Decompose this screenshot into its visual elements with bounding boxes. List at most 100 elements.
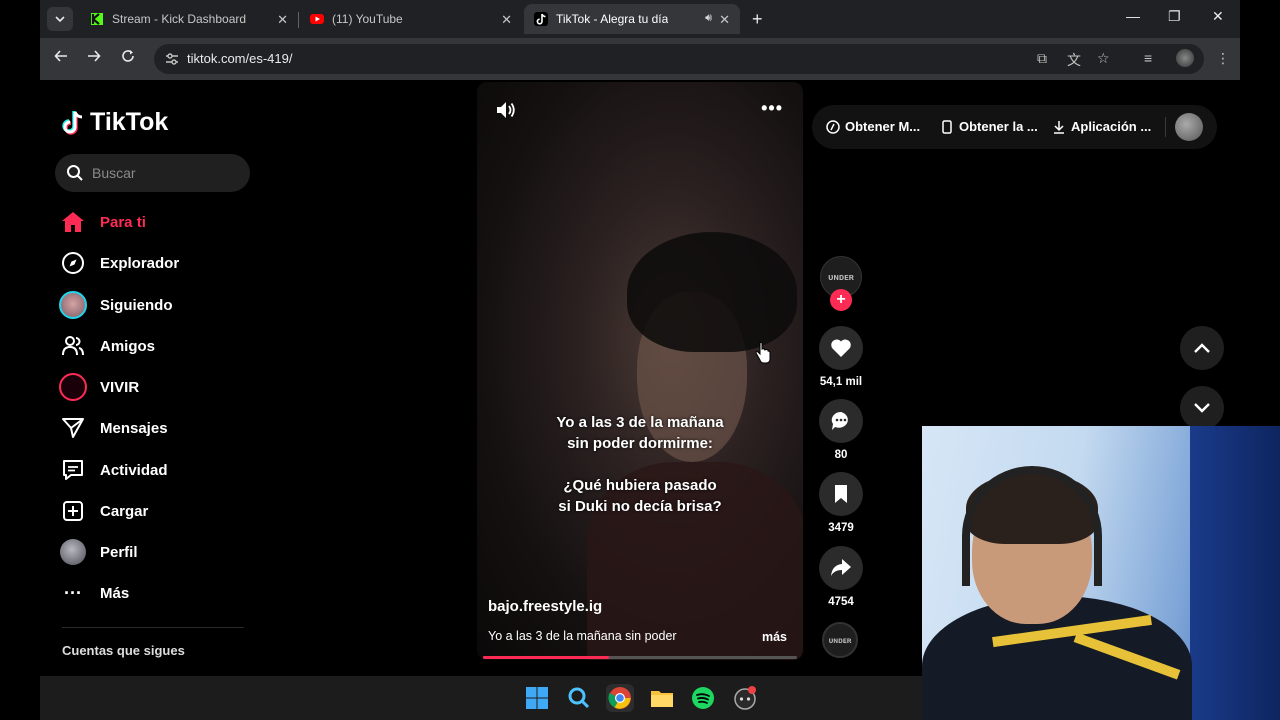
close-icon[interactable]: ✕: [719, 12, 730, 28]
sidebar-item-mas[interactable]: ··· Más: [58, 578, 129, 608]
spotify-icon[interactable]: [689, 684, 717, 712]
browser-toolbar: tiktok.com/es-419/ ⧉ 文 ☆ ≡ ⋮: [40, 38, 1240, 80]
minimize-button[interactable]: —: [1126, 8, 1140, 24]
sidebar-item-label: Perfil: [100, 543, 138, 561]
site-settings-icon[interactable]: [164, 51, 180, 67]
coin-icon: [826, 119, 840, 134]
hand-cursor-icon: [755, 342, 771, 364]
header-divider: [1165, 117, 1166, 137]
comment-count: 80: [834, 449, 848, 461]
youtube-icon: [310, 14, 324, 24]
sidebar-item-label: Siguiendo: [100, 296, 173, 314]
video-caption-line: ¿Qué hubiera pasado: [563, 477, 717, 494]
sidebar-item-mensajes[interactable]: Mensajes: [58, 413, 168, 443]
address-bar[interactable]: tiktok.com/es-419/ ⧉ 文 ☆: [154, 44, 1204, 74]
sidebar-item-para-ti[interactable]: Para ti: [58, 207, 146, 237]
search-box[interactable]: Buscar: [55, 154, 250, 192]
tiktok-note-icon: [62, 110, 83, 135]
upload-icon: [58, 496, 88, 526]
reload-button[interactable]: [121, 49, 135, 68]
windows-start-icon[interactable]: [523, 684, 551, 712]
sidebar-item-siguiendo[interactable]: Siguiendo: [58, 290, 173, 320]
get-app-button[interactable]: Obtener la ...: [940, 119, 1038, 134]
bookmark-star-icon[interactable]: ☆: [1097, 50, 1110, 67]
sidebar-item-amigos[interactable]: Amigos: [58, 331, 155, 361]
tab-kick[interactable]: Stream - Kick Dashboard ✕: [80, 4, 298, 34]
get-app-label: Obtener la ...: [959, 119, 1038, 134]
install-app-icon[interactable]: ⧉: [1037, 50, 1047, 67]
back-button[interactable]: [54, 49, 68, 68]
kebab-menu-icon[interactable]: ⋮: [1216, 50, 1230, 67]
tiktok-logo[interactable]: TikTok: [62, 108, 168, 137]
sidebar-item-cargar[interactable]: Cargar: [58, 496, 148, 526]
share-button[interactable]: [819, 546, 863, 590]
follow-plus-button[interactable]: +: [830, 289, 852, 311]
sidebar-item-actividad[interactable]: Actividad: [58, 455, 168, 485]
close-window-button[interactable]: ✕: [1212, 8, 1224, 25]
chevron-down-icon: [1194, 403, 1210, 413]
sidebar-item-label: Actividad: [100, 461, 168, 479]
sidebar-item-explorador[interactable]: Explorador: [58, 248, 179, 278]
video-frame-hair: [627, 232, 797, 352]
media-controls-icon[interactable]: ≡: [1144, 50, 1152, 66]
following-avatar-icon: [58, 290, 88, 320]
volume-icon[interactable]: [495, 100, 517, 120]
comment-button[interactable]: [819, 399, 863, 443]
save-button[interactable]: [819, 472, 863, 516]
previous-video-button[interactable]: [1180, 326, 1224, 370]
save-count: 3479: [828, 522, 854, 534]
tab-divider: [298, 12, 299, 28]
profile-avatar-icon[interactable]: [1176, 49, 1194, 67]
more-options-icon[interactable]: •••: [761, 98, 783, 119]
tab-tiktok[interactable]: TikTok - Alegra tu día 🔊︎ ✕: [524, 4, 740, 34]
video-username[interactable]: bajo.freestyle.ig: [488, 598, 602, 615]
chrome-icon[interactable]: [606, 684, 634, 712]
tab-youtube[interactable]: (11) YouTube ✕: [300, 4, 522, 34]
tab-title: (11) YouTube: [332, 12, 403, 26]
more-dots-icon: ···: [64, 582, 82, 603]
video-progress-fill: [483, 656, 609, 659]
music-disc[interactable]: ᴜɴᴅᴇʀ: [822, 622, 858, 658]
speaker-icon[interactable]: 🔊︎: [705, 12, 712, 25]
tab-title: Stream - Kick Dashboard: [112, 12, 247, 26]
comment-action[interactable]: 80: [819, 399, 863, 461]
logo-text: TikTok: [90, 108, 169, 136]
windows-taskbar: [40, 676, 922, 720]
video-caption-line: si Duki no decía brisa?: [558, 498, 722, 515]
desktop-app-button[interactable]: Aplicación ...: [1052, 119, 1151, 134]
discord-icon[interactable]: [731, 684, 759, 712]
sidebar-item-label: Explorador: [100, 254, 180, 272]
user-avatar[interactable]: [1175, 113, 1203, 141]
description-more-link[interactable]: más: [762, 630, 787, 644]
sidebar-item-label: Mensajes: [100, 419, 168, 437]
share-arrow-icon: [831, 559, 851, 576]
video-progress-bar[interactable]: [483, 656, 797, 659]
video-description: Yo a las 3 de la mañana sin poder: [488, 629, 677, 643]
live-icon: [58, 372, 88, 402]
share-action[interactable]: 4754: [819, 546, 863, 608]
restore-button[interactable]: ❐: [1168, 8, 1181, 25]
sidebar-item-perfil[interactable]: Perfil: [58, 537, 138, 567]
file-explorer-icon[interactable]: [648, 684, 676, 712]
search-icon: [67, 165, 83, 181]
get-coins-button[interactable]: Obtener M...: [826, 119, 920, 134]
chevron-down-icon: [55, 16, 65, 23]
close-icon[interactable]: ✕: [277, 12, 288, 28]
new-tab-button[interactable]: +: [752, 9, 763, 30]
search-placeholder: Buscar: [92, 165, 136, 181]
forward-button[interactable]: [87, 49, 101, 68]
tab-search-button[interactable]: [47, 7, 73, 31]
save-action[interactable]: 3479: [819, 472, 863, 534]
sidebar-item-label: VIVIR: [100, 378, 140, 396]
url-text: tiktok.com/es-419/: [187, 51, 293, 66]
get-coins-label: Obtener M...: [845, 119, 921, 134]
phone-icon: [942, 119, 952, 134]
like-action[interactable]: 54,1 mil: [819, 326, 863, 388]
next-video-button[interactable]: [1180, 386, 1224, 430]
like-button[interactable]: [819, 326, 863, 370]
sidebar-item-vivir[interactable]: VIVIR: [58, 372, 139, 402]
close-icon[interactable]: ✕: [501, 12, 512, 28]
video-player[interactable]: ••• Yo a las 3 de la mañana sin poder do…: [477, 82, 803, 660]
search-icon[interactable]: [565, 684, 593, 712]
translate-icon[interactable]: 文: [1067, 50, 1081, 70]
